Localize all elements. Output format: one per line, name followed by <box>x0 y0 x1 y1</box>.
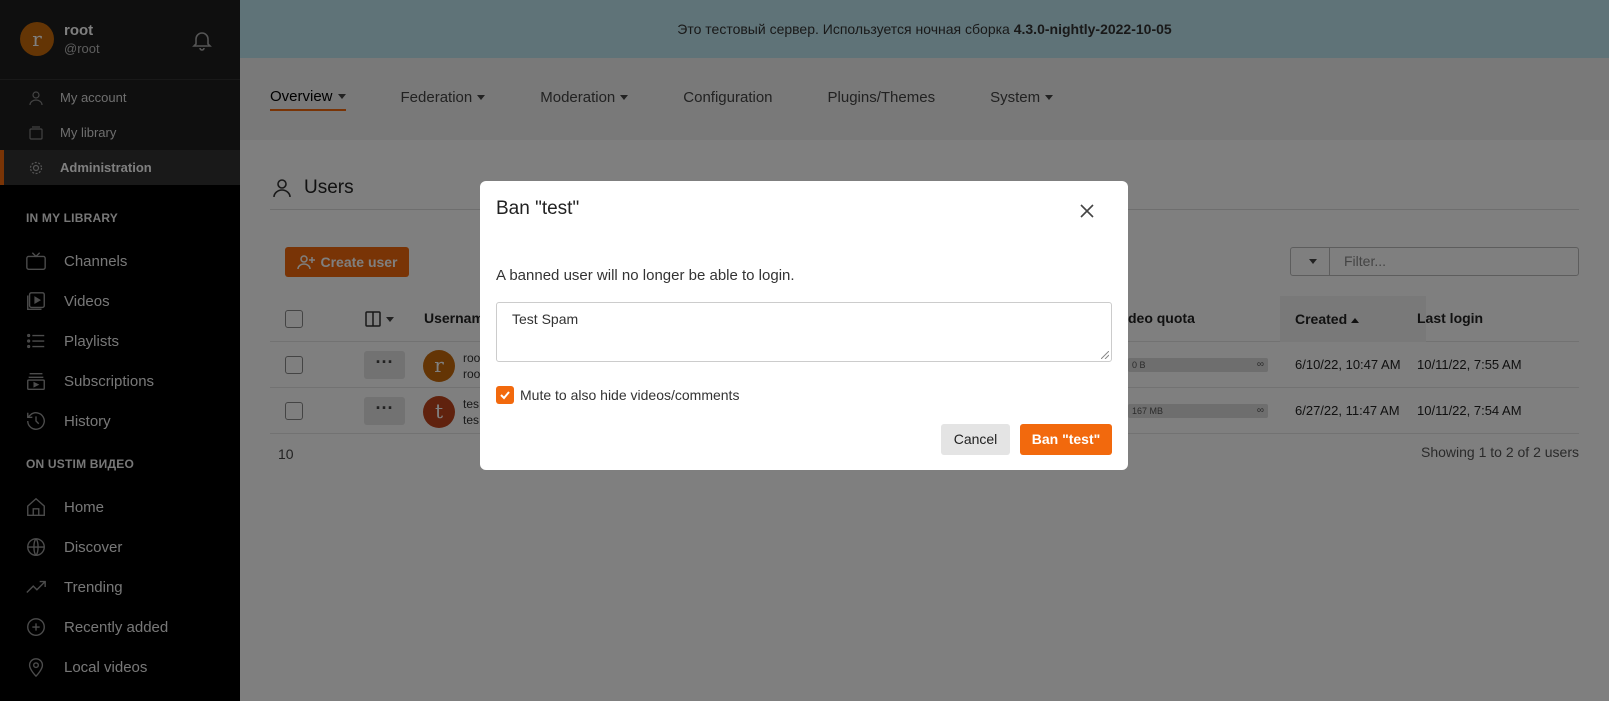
ban-dialog: Ban "test" A banned user will no longer … <box>480 181 1128 470</box>
ban-reason-value: Test Spam <box>512 311 579 327</box>
dialog-description: A banned user will no longer be able to … <box>496 267 795 284</box>
close-icon[interactable] <box>1075 199 1099 223</box>
checkmark-icon <box>500 391 510 400</box>
mute-checkbox[interactable] <box>496 386 514 404</box>
dialog-title: Ban "test" <box>496 198 580 219</box>
resize-grip-icon[interactable] <box>1101 351 1109 359</box>
mute-option[interactable]: Mute to also hide videos/comments <box>496 386 739 404</box>
mute-label: Mute to also hide videos/comments <box>520 387 740 403</box>
ban-reason-textarea[interactable]: Test Spam <box>496 302 1112 362</box>
cancel-button[interactable]: Cancel <box>941 424 1010 455</box>
ban-button[interactable]: Ban "test" <box>1020 424 1112 455</box>
